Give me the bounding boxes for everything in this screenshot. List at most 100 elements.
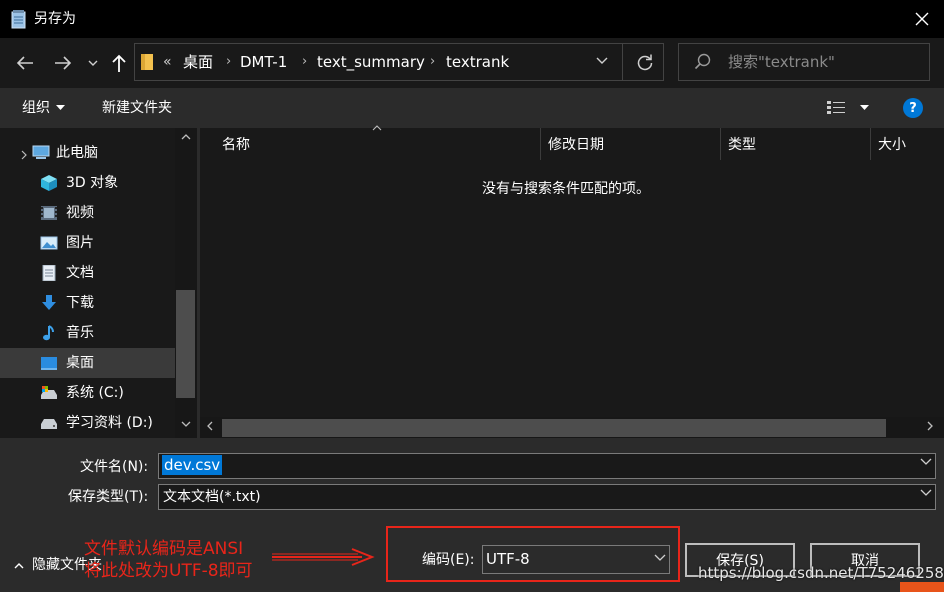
video-icon [40,205,58,221]
horizontal-scrollbar-thumb[interactable] [222,419,886,437]
nav-item-label: 图片 [66,235,94,251]
annotation-line: 将此处改为UTF-8即可 [84,561,253,581]
nav-item-3d-objects[interactable]: 3D 对象 [0,168,175,198]
nav-item-label: 学习资料 (D:) [66,415,153,431]
breadcrumb-separator[interactable]: › [430,52,435,72]
column-header-type[interactable]: 类型 [728,136,756,154]
file-list[interactable] [200,128,944,438]
column-header-size[interactable]: 大小 [878,136,906,154]
arrow-right-icon [55,56,72,70]
organize-button[interactable]: 组织 [22,98,65,118]
encoding-dropdown-button[interactable] [654,554,666,562]
breadcrumb-item-textrank[interactable]: textrank [446,52,509,72]
filename-input[interactable] [158,453,936,479]
details-view-icon [827,101,845,114]
chevron-down-icon [920,458,932,465]
help-button[interactable]: ? [903,98,923,118]
arrow-up-icon [112,54,126,72]
nav-item-documents[interactable]: 文档 [0,258,175,288]
nav-item-label: 此电脑 [56,145,98,161]
up-button[interactable] [106,50,132,76]
scroll-down-arrow-icon[interactable] [181,421,191,428]
close-icon [915,12,929,26]
desktop-icon [40,355,58,371]
notepad-icon [10,9,28,29]
breadcrumb-separator[interactable]: › [302,52,307,72]
address-divider [622,44,623,80]
computer-icon [32,145,50,161]
nav-item-pictures[interactable]: 图片 [0,228,175,258]
watermark-text: https://blog.csdn.net/T752462586 [698,564,944,582]
empty-results-message: 没有与搜索条件匹配的项。 [482,181,650,197]
caret-down-icon [56,105,65,110]
nav-item-label: 桌面 [66,355,94,371]
filename-dropdown-button[interactable] [920,458,932,466]
encoding-value: UTF-8 [486,550,530,568]
annotation-note: 文件默认编码是ANSI 将此处改为UTF-8即可 [84,538,253,582]
chevron-up-icon [14,562,24,568]
annotation-line: 文件默认编码是ANSI [84,539,244,559]
sort-ascending-icon [372,125,382,131]
music-icon [40,325,58,341]
column-divider[interactable] [720,128,721,160]
forward-button[interactable] [50,50,76,76]
chevron-down-icon [920,489,932,496]
folder-icon [140,52,154,72]
filename-value[interactable]: dev.csv [162,455,223,475]
column-header-name[interactable]: 名称 [222,136,250,154]
address-dropdown-button[interactable] [594,53,610,69]
drive-icon [40,415,58,431]
nav-item-label: 系统 (C:) [66,385,124,401]
system-drive-icon [40,385,58,401]
nav-item-label: 视频 [66,205,94,221]
annotation-arrow-icon [270,546,376,568]
filetype-value: 文本文档(*.txt) [163,489,261,505]
back-button[interactable] [12,50,38,76]
close-button[interactable] [908,6,936,32]
caret-down-icon [860,105,869,110]
nav-item-drive-d[interactable]: 学习资料 (D:) [0,408,175,438]
nav-item-this-pc[interactable]: 此电脑 [0,138,175,168]
chevron-down-icon [596,57,608,64]
nav-item-label: 下载 [66,295,94,311]
nav-item-label: 文档 [66,265,94,281]
arrow-left-icon [16,56,33,70]
filename-label: 文件名(N): [80,459,149,475]
view-options-button[interactable] [826,98,869,118]
breadcrumb-separator[interactable]: › [226,52,231,72]
nav-item-videos[interactable]: 视频 [0,198,175,228]
column-divider[interactable] [870,128,871,160]
encoding-label: 编码(E): [422,552,475,568]
chevron-down-icon [654,554,666,561]
refresh-button[interactable] [632,50,658,76]
chevron-down-icon [88,60,98,66]
title-bar [0,0,944,38]
breadcrumb-overflow[interactable]: « [163,52,172,72]
scroll-right-arrow-icon[interactable] [927,421,934,431]
nav-item-downloads[interactable]: 下载 [0,288,175,318]
breadcrumb-item-text-summary[interactable]: text_summary [317,52,425,72]
nav-item-desktop[interactable]: 桌面 [0,348,175,378]
nav-pane-scrollbar-thumb[interactable] [176,290,195,398]
breadcrumb-item-dmt1[interactable]: DMT-1 [240,52,287,72]
breadcrumb-item-desktop[interactable]: 桌面 [183,52,213,72]
scroll-up-arrow-icon[interactable] [181,133,191,140]
scroll-left-arrow-icon[interactable] [206,421,213,431]
search-icon [694,53,712,71]
nav-item-label: 3D 对象 [66,175,119,191]
nav-item-music[interactable]: 音乐 [0,318,175,348]
recent-locations-button[interactable] [84,54,102,72]
filetype-select[interactable] [158,484,936,510]
filetype-label: 保存类型(T): [68,489,149,505]
column-header-date-modified[interactable]: 修改日期 [548,136,604,154]
new-folder-button[interactable]: 新建文件夹 [102,98,172,118]
corner-logo-mark [900,582,944,592]
refresh-icon [637,54,653,71]
nav-item-system-drive[interactable]: 系统 (C:) [0,378,175,408]
organize-label: 组织 [22,100,50,116]
cube-3d-icon [40,175,58,191]
filetype-dropdown-button[interactable] [920,489,932,497]
document-icon [40,265,58,281]
column-divider[interactable] [540,128,541,160]
window-title: 另存为 [34,11,76,27]
